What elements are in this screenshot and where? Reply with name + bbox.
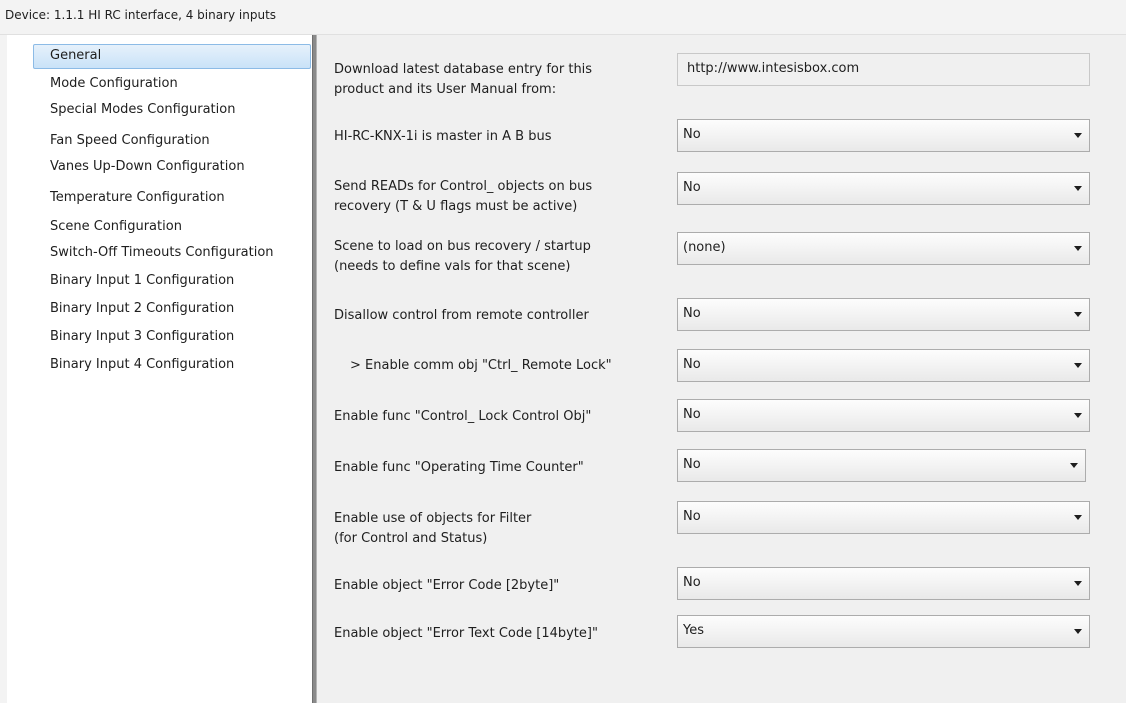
scene-load-select-value: (none) [683,240,726,255]
sidebar-item-vanes-up-down-configuration[interactable]: Vanes Up-Down Configuration [33,155,311,180]
error-code-label: Enable object "Error Code [2byte]" [334,578,560,593]
sidebar-item-general[interactable]: General [33,44,311,69]
op-time-select-value: No [683,457,701,472]
error-code-select[interactable]: No [677,567,1090,600]
filter-label-line1: Enable use of objects for Filter [334,511,532,526]
chevron-down-icon [1074,515,1082,520]
sidebar-item-temperature-configuration[interactable]: Temperature Configuration [33,186,311,211]
left-gutter [0,35,7,703]
op-time-select[interactable]: No [677,449,1086,482]
sidebar-item-special-modes-configuration[interactable]: Special Modes Configuration [33,98,311,123]
disallow-label: Disallow control from remote controller [334,308,589,323]
disallow-select[interactable]: No [677,298,1090,331]
disallow-select-value: No [683,306,701,321]
sidebar-item-switch-off-timeouts-configuration[interactable]: Switch-Off Timeouts Configuration [33,241,311,266]
remote-lock-select[interactable]: No [677,349,1090,382]
scene-load-label: Scene to load on bus recovery / startup … [334,237,674,277]
download-url-field[interactable]: http://www.intesisbox.com [677,53,1090,86]
lock-control-select-value: No [683,407,701,422]
sidebar-item-binary-input-4-configuration[interactable]: Binary Input 4 Configuration [33,353,311,378]
filter-label: Enable use of objects for Filter (for Co… [334,509,674,549]
scene-load-label-line2: (needs to define vals for that scene) [334,259,571,274]
master-label: HI-RC-KNX-1i is master in A B bus [334,129,552,144]
sidebar-item-scene-configuration[interactable]: Scene Configuration [33,215,311,240]
error-text-select[interactable]: Yes [677,615,1090,648]
chevron-down-icon [1074,629,1082,634]
master-select-value: No [683,127,701,142]
error-code-select-value: No [683,575,701,590]
sidebar-item-fan-speed-configuration[interactable]: Fan Speed Configuration [33,129,311,154]
filter-label-line2: (for Control and Status) [334,531,488,546]
chevron-down-icon [1070,463,1078,468]
sidebar-item-binary-input-1-configuration[interactable]: Binary Input 1 Configuration [33,269,311,294]
download-label: Download latest database entry for this … [334,60,674,100]
device-title: Device: 1.1.1 HI RC interface, 4 binary … [0,0,1126,35]
lock-control-select[interactable]: No [677,399,1090,432]
sidebar-item-mode-configuration[interactable]: Mode Configuration [33,72,311,97]
parameters-panel: Download latest database entry for this … [317,35,1126,703]
chevron-down-icon [1074,581,1082,586]
send-reads-label: Send READs for Control_ objects on bus r… [334,177,674,217]
filter-select-value: No [683,509,701,524]
remote-lock-label: > Enable comm obj "Ctrl_ Remote Lock" [350,358,612,373]
sidebar-item-binary-input-3-configuration[interactable]: Binary Input 3 Configuration [33,325,311,350]
send-reads-select-value: No [683,180,701,195]
error-text-select-value: Yes [683,623,704,638]
chevron-down-icon [1074,312,1082,317]
chevron-down-icon [1074,413,1082,418]
scene-load-select[interactable]: (none) [677,232,1090,265]
chevron-down-icon [1074,363,1082,368]
sidebar: General Mode Configuration Special Modes… [7,35,312,703]
filter-select[interactable]: No [677,501,1090,534]
scene-load-label-line1: Scene to load on bus recovery / startup [334,239,591,254]
remote-lock-select-value: No [683,357,701,372]
chevron-down-icon [1074,186,1082,191]
error-text-label: Enable object "Error Text Code [14byte]" [334,626,598,641]
send-reads-select[interactable]: No [677,172,1090,205]
chevron-down-icon [1074,246,1082,251]
send-reads-label-line1: Send READs for Control_ objects on bus [334,179,593,194]
sidebar-item-binary-input-2-configuration[interactable]: Binary Input 2 Configuration [33,297,311,322]
lock-control-label: Enable func "Control_ Lock Control Obj" [334,409,592,424]
chevron-down-icon [1074,133,1082,138]
master-select[interactable]: No [677,119,1090,152]
op-time-label: Enable func "Operating Time Counter" [334,460,584,475]
download-label-line2: product and its User Manual from: [334,82,557,97]
download-label-line1: Download latest database entry for this [334,62,593,77]
send-reads-label-line2: recovery (T & U flags must be active) [334,199,578,214]
